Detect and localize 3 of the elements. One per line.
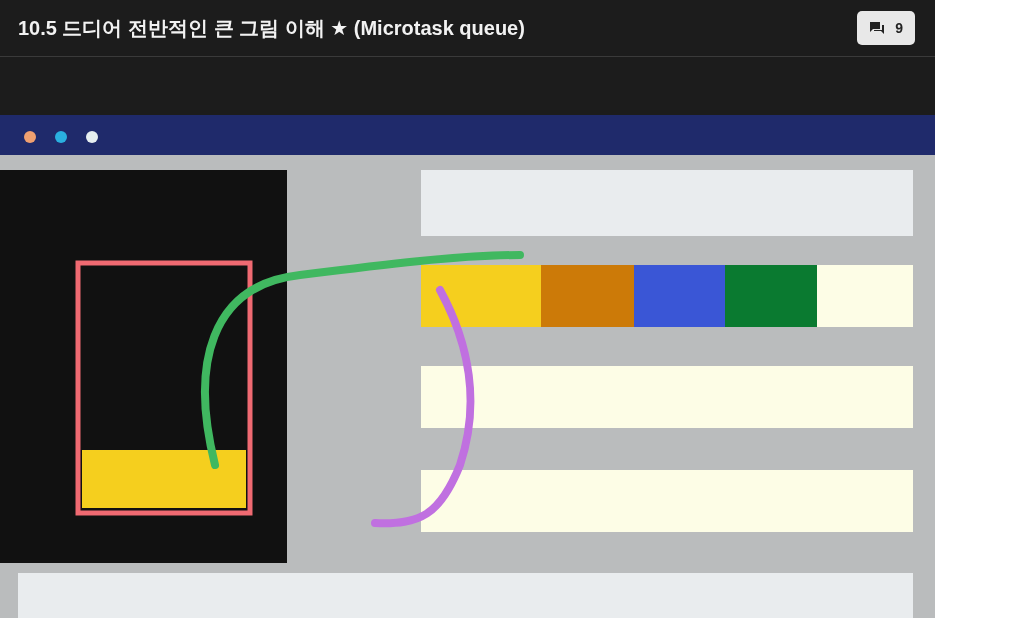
chat-icon bbox=[869, 21, 886, 35]
lecture-title: 10.5 드디어 전반적인 큰 그림 이해 ★ (Microtask queue) bbox=[18, 15, 525, 41]
comments-button[interactable]: 9 bbox=[857, 11, 915, 45]
